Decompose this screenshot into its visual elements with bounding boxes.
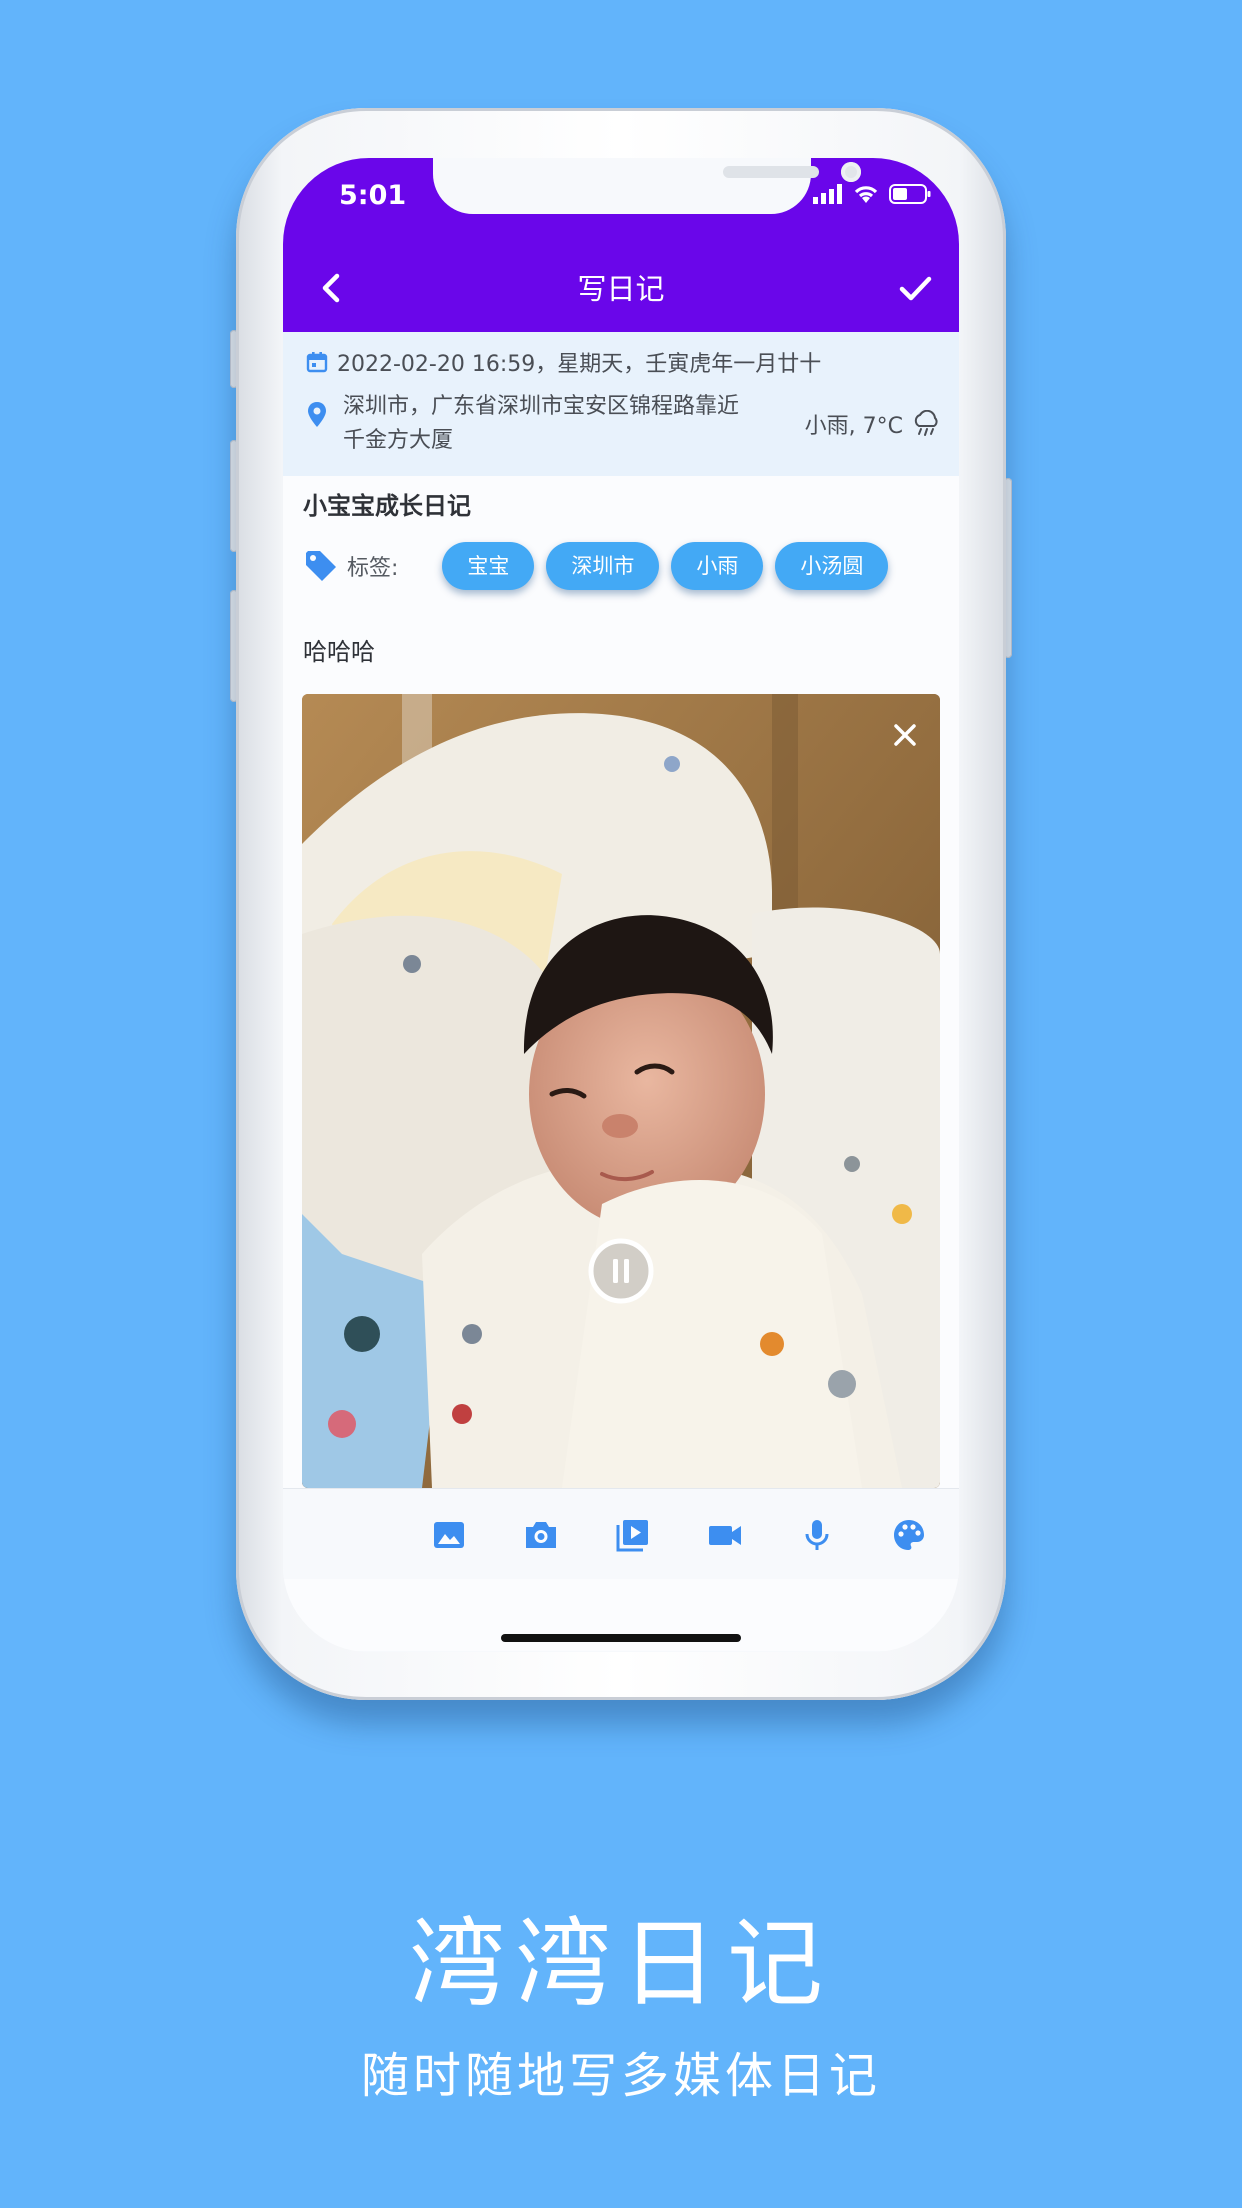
mic-icon <box>805 1520 829 1550</box>
diary-title[interactable]: 小宝宝成长日记 <box>303 486 471 521</box>
close-icon <box>894 724 916 746</box>
notch <box>433 158 861 214</box>
page-title: 写日记 <box>577 272 665 306</box>
app-bar: 5:01 写日记 <box>283 158 959 332</box>
status-icons <box>813 184 931 204</box>
signal-icon <box>813 184 842 204</box>
tag-chip[interactable]: 小雨 <box>671 542 764 590</box>
tag-icon <box>306 551 336 581</box>
pause-button[interactable] <box>588 1238 654 1304</box>
record-audio-button[interactable] <box>799 1517 835 1553</box>
location-pin-icon <box>308 402 326 427</box>
rain-cloud-icon <box>914 410 938 436</box>
calendar-icon <box>306 352 328 373</box>
baby-photo <box>302 694 940 1488</box>
tags-label: 标签: <box>347 556 399 581</box>
datetime-row[interactable]: 2022-02-20 16:59，星期天，壬寅虎年一月廿十 <box>305 346 821 378</box>
weather-info[interactable]: 小雨, 7°C <box>805 408 941 440</box>
phone-screen: 5:01 写日记 2022-02-20 16:59，星期天，壬寅虎年一月廿十 深… <box>283 158 959 1652</box>
entry-info-panel: 2022-02-20 16:59，星期天，壬寅虎年一月廿十 深圳市，广东省深圳市… <box>283 332 959 476</box>
pause-circle-icon <box>588 1238 654 1304</box>
battery-icon <box>889 184 931 204</box>
wifi-icon <box>854 186 878 203</box>
tag-chip[interactable]: 宝宝 <box>442 542 535 590</box>
record-video-button[interactable] <box>707 1517 743 1553</box>
location-row[interactable]: 深圳市，广东省深圳市宝安区锦程路靠近千金方大厦 <box>305 390 745 458</box>
entry-location: 深圳市，广东省深圳市宝安区锦程路靠近千金方大厦 <box>343 394 740 453</box>
tagline-caption: 随时随地写多媒体日记 <box>360 2048 881 2104</box>
video-library-icon <box>616 1520 648 1552</box>
home-indicator[interactable] <box>501 1634 741 1642</box>
media-toolbar <box>283 1488 959 1579</box>
insert-image-button[interactable] <box>431 1517 467 1553</box>
check-icon <box>899 276 932 301</box>
status-time: 5:01 <box>339 180 407 211</box>
remove-media-button[interactable] <box>882 712 928 758</box>
speaker <box>723 166 819 178</box>
take-photo-button[interactable] <box>523 1517 559 1553</box>
theme-palette-button[interactable] <box>891 1517 927 1553</box>
palette-icon <box>894 1520 924 1550</box>
camera-icon <box>526 1522 556 1548</box>
diary-body[interactable]: 哈哈哈 <box>303 632 375 667</box>
tag-chip[interactable]: 深圳市 <box>546 542 660 590</box>
image-icon <box>434 1522 464 1548</box>
entry-datetime: 2022-02-20 16:59，星期天，壬寅虎年一月廿十 <box>337 352 822 377</box>
app-name-caption: 湾湾日记 <box>409 1908 833 2020</box>
videocam-icon <box>709 1526 741 1545</box>
weather-text: 小雨, 7°C <box>804 414 903 439</box>
tag-chip[interactable]: 小汤圆 <box>775 542 889 590</box>
insert-video-button[interactable] <box>615 1517 651 1553</box>
video-attachment[interactable] <box>302 694 940 1488</box>
front-camera <box>841 162 861 182</box>
editor-content: 小宝宝成长日记 标签: 宝宝 深圳市 小雨 小汤圆 哈哈哈 <box>283 476 959 1651</box>
save-button[interactable] <box>885 258 945 318</box>
tags-row: 标签: 宝宝 深圳市 小雨 小汤圆 <box>303 542 900 590</box>
